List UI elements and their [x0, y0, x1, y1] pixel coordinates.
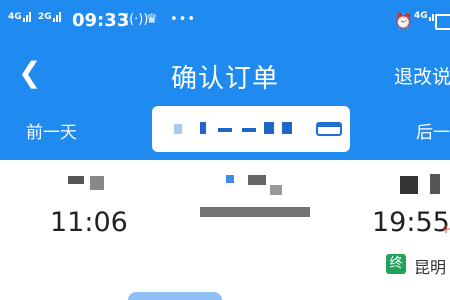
bottom-tab-indicator[interactable] [128, 292, 222, 300]
vibrate-icon: ((·)) [124, 12, 149, 27]
crown-icon: ♛ [146, 12, 158, 27]
refund-policy-link[interactable]: 退改说 [394, 62, 450, 89]
blurred-station-text [90, 176, 104, 190]
status-time: 09:33 [72, 10, 130, 31]
blurred-station-text [68, 176, 84, 184]
status-bar: 4G 2G 09:33 ((·)) ♛ ••• ⏰ 4G [0, 0, 450, 40]
signal-right-icon: 4G [414, 12, 435, 21]
battery-icon [435, 14, 450, 30]
date-selector[interactable] [152, 106, 350, 152]
signal-4g-icon: 4G [8, 12, 32, 22]
blurred-station-text [430, 174, 440, 194]
blurred-train-number [270, 185, 282, 195]
blurred-date-text [264, 122, 274, 134]
blurred-date-text [174, 124, 182, 134]
more-dots-icon: ••• [170, 12, 197, 27]
blurred-date-text [282, 122, 292, 134]
blurred-date-text [242, 128, 256, 132]
blurred-station-text [400, 176, 418, 194]
page-title: 确认订单 [170, 64, 279, 94]
blurred-train-number [248, 175, 266, 185]
next-day-button[interactable]: 后一 [416, 118, 450, 143]
signal-2g-icon: 2G [38, 12, 62, 22]
blurred-date-text [218, 128, 232, 132]
previous-day-button[interactable]: 前一天 [26, 118, 77, 143]
terminal-badge: 终 [386, 254, 406, 274]
blurred-date-text [200, 122, 206, 134]
blurred-train-number [226, 175, 234, 183]
departure-time: 11:06 [50, 207, 128, 238]
calendar-icon [316, 122, 342, 136]
blurred-duration-text [200, 207, 310, 217]
next-day-marker: + [441, 222, 450, 236]
arrival-time: 19:55 [372, 207, 450, 238]
arrival-station: 昆明 [414, 258, 447, 277]
alarm-icon: ⏰ [394, 12, 413, 30]
